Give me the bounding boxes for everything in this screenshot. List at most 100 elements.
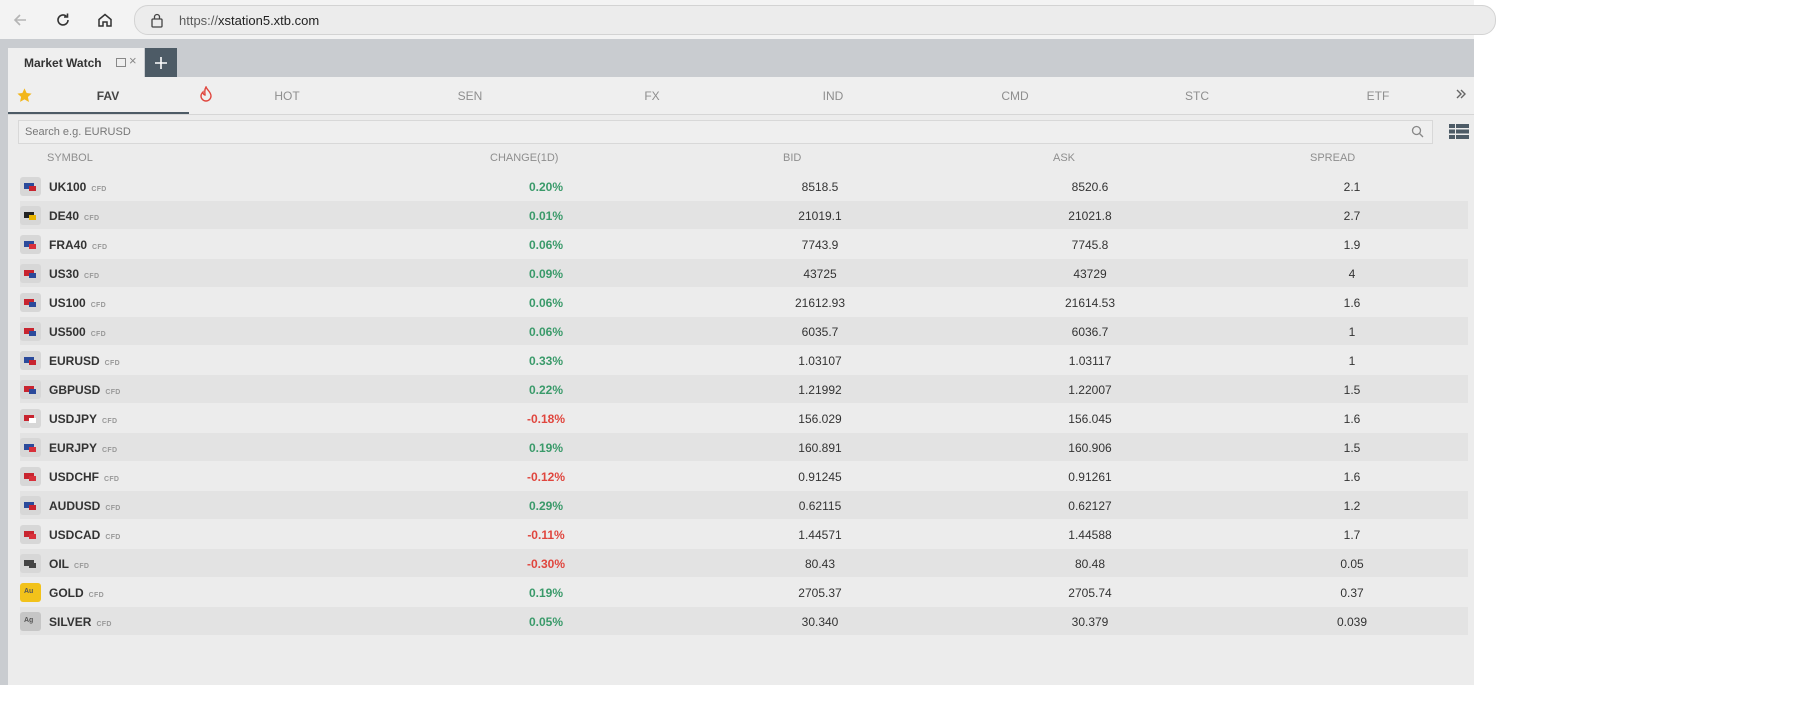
- table-row[interactable]: DE40 CFD 0.01% 21019.1 21021.8 2.7: [20, 201, 1468, 229]
- tab-fx[interactable]: FX: [612, 89, 692, 103]
- cfd-badge: CFD: [84, 215, 100, 222]
- ask-cell[interactable]: 21021.8: [1030, 209, 1150, 223]
- symbol-cell[interactable]: USDCAD CFD: [49, 528, 121, 542]
- bid-cell[interactable]: 30.340: [760, 615, 880, 629]
- home-button[interactable]: [93, 8, 117, 32]
- bid-cell[interactable]: 2705.37: [760, 586, 880, 600]
- bid-cell[interactable]: 1.21992: [760, 383, 880, 397]
- bid-cell[interactable]: 21612.93: [760, 296, 880, 310]
- ask-cell[interactable]: 8520.6: [1030, 180, 1150, 194]
- table-row[interactable]: USDCAD CFD -0.11% 1.44571 1.44588 1.7: [20, 520, 1468, 548]
- fire-icon[interactable]: [200, 86, 212, 102]
- column-header-bid[interactable]: BID: [783, 152, 801, 164]
- grid-view-icon[interactable]: [1449, 124, 1469, 139]
- table-row[interactable]: US500 CFD 0.06% 6035.7 6036.7 1: [20, 317, 1468, 345]
- restore-icon[interactable]: [116, 58, 126, 67]
- url-text: https://xstation5.xtb.com: [179, 13, 320, 28]
- symbol-cell[interactable]: GOLD CFD: [49, 586, 104, 600]
- ask-cell[interactable]: 7745.8: [1030, 238, 1150, 252]
- symbol-cell[interactable]: EURUSD CFD: [49, 354, 120, 368]
- symbol-cell[interactable]: GBPUSD CFD: [49, 383, 121, 397]
- column-header-ask[interactable]: ASK: [1053, 152, 1075, 164]
- bid-cell[interactable]: 1.03107: [760, 354, 880, 368]
- table-row[interactable]: EURJPY CFD 0.19% 160.891 160.906 1.5: [20, 433, 1468, 461]
- bid-cell[interactable]: 6035.7: [760, 325, 880, 339]
- table-row[interactable]: EURUSD CFD 0.33% 1.03107 1.03117 1: [20, 346, 1468, 374]
- symbol-name: DE40: [49, 209, 80, 223]
- add-tab-button[interactable]: [145, 48, 177, 77]
- tab-ind[interactable]: IND: [793, 89, 873, 103]
- bid-cell[interactable]: 156.029: [760, 412, 880, 426]
- close-icon[interactable]: ×: [129, 53, 137, 68]
- column-header-spread[interactable]: SPREAD: [1310, 152, 1355, 164]
- reload-button[interactable]: [51, 8, 75, 32]
- symbol-cell[interactable]: USDJPY CFD: [49, 412, 117, 426]
- symbol-cell[interactable]: FRA40 CFD: [49, 238, 107, 252]
- bid-cell[interactable]: 160.891: [760, 441, 880, 455]
- bid-cell[interactable]: 1.44571: [760, 528, 880, 542]
- chevron-double-right-icon[interactable]: [1455, 88, 1467, 100]
- address-bar[interactable]: https://xstation5.xtb.com: [134, 5, 1496, 35]
- table-row[interactable]: FRA40 CFD 0.06% 7743.9 7745.8 1.9: [20, 230, 1468, 258]
- bid-cell[interactable]: 80.43: [760, 557, 880, 571]
- us-flag-icon: [20, 264, 41, 283]
- bid-cell[interactable]: 0.91245: [760, 470, 880, 484]
- tab-stc[interactable]: STC: [1157, 89, 1237, 103]
- column-header-symbol[interactable]: SYMBOL: [47, 152, 93, 164]
- change-cell: 0.01%: [528, 209, 564, 223]
- table-row[interactable]: USDCHF CFD -0.12% 0.91245 0.91261 1.6: [20, 462, 1468, 490]
- ask-cell[interactable]: 160.906: [1030, 441, 1150, 455]
- category-bar: FAV HOT SEN FX IND CMD STC ETF: [8, 77, 1474, 115]
- symbol-cell[interactable]: UK100 CFD: [49, 180, 107, 194]
- table-row[interactable]: GBPUSD CFD 0.22% 1.21992 1.22007 1.5: [20, 375, 1468, 403]
- column-header-change[interactable]: CHANGE(1D): [490, 152, 558, 164]
- bid-cell[interactable]: 7743.9: [760, 238, 880, 252]
- symbol-cell[interactable]: DE40 CFD: [49, 209, 99, 223]
- symbol-cell[interactable]: US500 CFD: [49, 325, 106, 339]
- tab-etf[interactable]: ETF: [1338, 89, 1418, 103]
- table-row[interactable]: US30 CFD 0.09% 43725 43729 4: [20, 259, 1468, 287]
- back-button[interactable]: [8, 8, 32, 32]
- bid-cell[interactable]: 0.62115: [760, 499, 880, 513]
- table-row[interactable]: Ag SILVER CFD 0.05% 30.340 30.379 0.039: [20, 607, 1468, 635]
- ask-cell[interactable]: 21614.53: [1030, 296, 1150, 310]
- ask-cell[interactable]: 0.91261: [1030, 470, 1150, 484]
- ask-cell[interactable]: 1.03117: [1030, 354, 1150, 368]
- symbol-cell[interactable]: US100 CFD: [49, 296, 106, 310]
- table-row[interactable]: OIL CFD -0.30% 80.43 80.48 0.05: [20, 549, 1468, 577]
- bid-cell[interactable]: 21019.1: [760, 209, 880, 223]
- search-icon[interactable]: [1411, 125, 1424, 138]
- ask-cell[interactable]: 30.379: [1030, 615, 1150, 629]
- symbol-cell[interactable]: OIL CFD: [49, 557, 89, 571]
- symbol-cell[interactable]: US30 CFD: [49, 267, 99, 281]
- ask-cell[interactable]: 0.62127: [1030, 499, 1150, 513]
- ask-cell[interactable]: 6036.7: [1030, 325, 1150, 339]
- symbol-cell[interactable]: EURJPY CFD: [49, 441, 117, 455]
- ask-cell[interactable]: 1.44588: [1030, 528, 1150, 542]
- symbol-cell[interactable]: SILVER CFD: [49, 615, 112, 629]
- star-icon[interactable]: [16, 87, 33, 104]
- table-row[interactable]: USDJPY CFD -0.18% 156.029 156.045 1.6: [20, 404, 1468, 432]
- tab-hot[interactable]: HOT: [247, 89, 327, 103]
- table-row[interactable]: UK100 CFD 0.20% 8518.5 8520.6 2.1: [20, 172, 1468, 200]
- ask-cell[interactable]: 80.48: [1030, 557, 1150, 571]
- bid-cell[interactable]: 43725: [760, 267, 880, 281]
- flag-part: [29, 186, 36, 191]
- symbol-cell[interactable]: USDCHF CFD: [49, 470, 119, 484]
- table-row[interactable]: US100 CFD 0.06% 21612.93 21614.53 1.6: [20, 288, 1468, 316]
- table-row[interactable]: Au GOLD CFD 0.19% 2705.37 2705.74 0.37: [20, 578, 1468, 606]
- ask-cell[interactable]: 156.045: [1030, 412, 1150, 426]
- bid-cell[interactable]: 8518.5: [760, 180, 880, 194]
- tab-fav[interactable]: FAV: [68, 89, 148, 103]
- ask-cell[interactable]: 1.22007: [1030, 383, 1150, 397]
- change-cell: 0.06%: [528, 325, 564, 339]
- table-row[interactable]: AUDUSD CFD 0.29% 0.62115 0.62127 1.2: [20, 491, 1468, 519]
- symbol-cell[interactable]: AUDUSD CFD: [49, 499, 121, 513]
- search-input[interactable]: [19, 121, 1411, 143]
- ask-cell[interactable]: 43729: [1030, 267, 1150, 281]
- tab-cmd[interactable]: CMD: [975, 89, 1055, 103]
- cfd-badge: CFD: [90, 302, 106, 309]
- ask-cell[interactable]: 2705.74: [1030, 586, 1150, 600]
- tab-market-watch[interactable]: Market Watch ×: [8, 48, 144, 77]
- tab-sen[interactable]: SEN: [430, 89, 510, 103]
